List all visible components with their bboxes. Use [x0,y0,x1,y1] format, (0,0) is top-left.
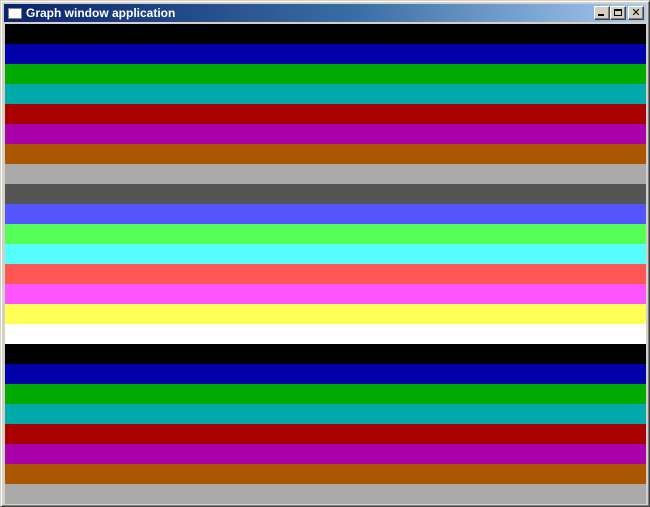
maximize-button[interactable] [610,6,626,20]
color-stripe-black [5,344,646,364]
minimize-icon [598,14,604,16]
color-stripe-dark-gray [5,184,646,204]
color-stripe-light-blue [5,204,646,224]
color-stripe-light-gray [5,164,646,184]
close-button[interactable]: ✕ [628,6,644,20]
color-stripe-red [5,424,646,444]
color-stripe-light-green [5,224,646,244]
color-stripe-white [5,324,646,344]
window-icon[interactable] [8,7,22,19]
graphics-canvas[interactable] [5,24,646,504]
title-buttons: ✕ [594,6,644,20]
color-stripe-light-red [5,264,646,284]
color-stripe-blue [5,44,646,64]
close-icon: ✕ [631,6,641,19]
color-stripe-black [5,24,646,44]
title-bar[interactable]: Graph window application ✕ [4,4,646,22]
color-stripe-brown [5,464,646,484]
color-stripe-brown [5,144,646,164]
minimize-button[interactable] [594,6,610,20]
color-stripe-green [5,64,646,84]
color-stripe-yellow [5,304,646,324]
maximize-icon [614,9,622,16]
color-stripe-green [5,384,646,404]
window-title: Graph window application [26,6,176,20]
color-stripe-light-magenta [5,284,646,304]
color-stripe-cyan [5,404,646,424]
color-stripe-light-gray [5,484,646,504]
color-stripe-cyan [5,84,646,104]
color-stripe-red [5,104,646,124]
app-window: Graph window application ✕ [0,0,650,507]
color-stripe-magenta [5,124,646,144]
color-stripe-light-cyan [5,244,646,264]
color-stripe-blue [5,364,646,384]
color-stripe-magenta [5,444,646,464]
